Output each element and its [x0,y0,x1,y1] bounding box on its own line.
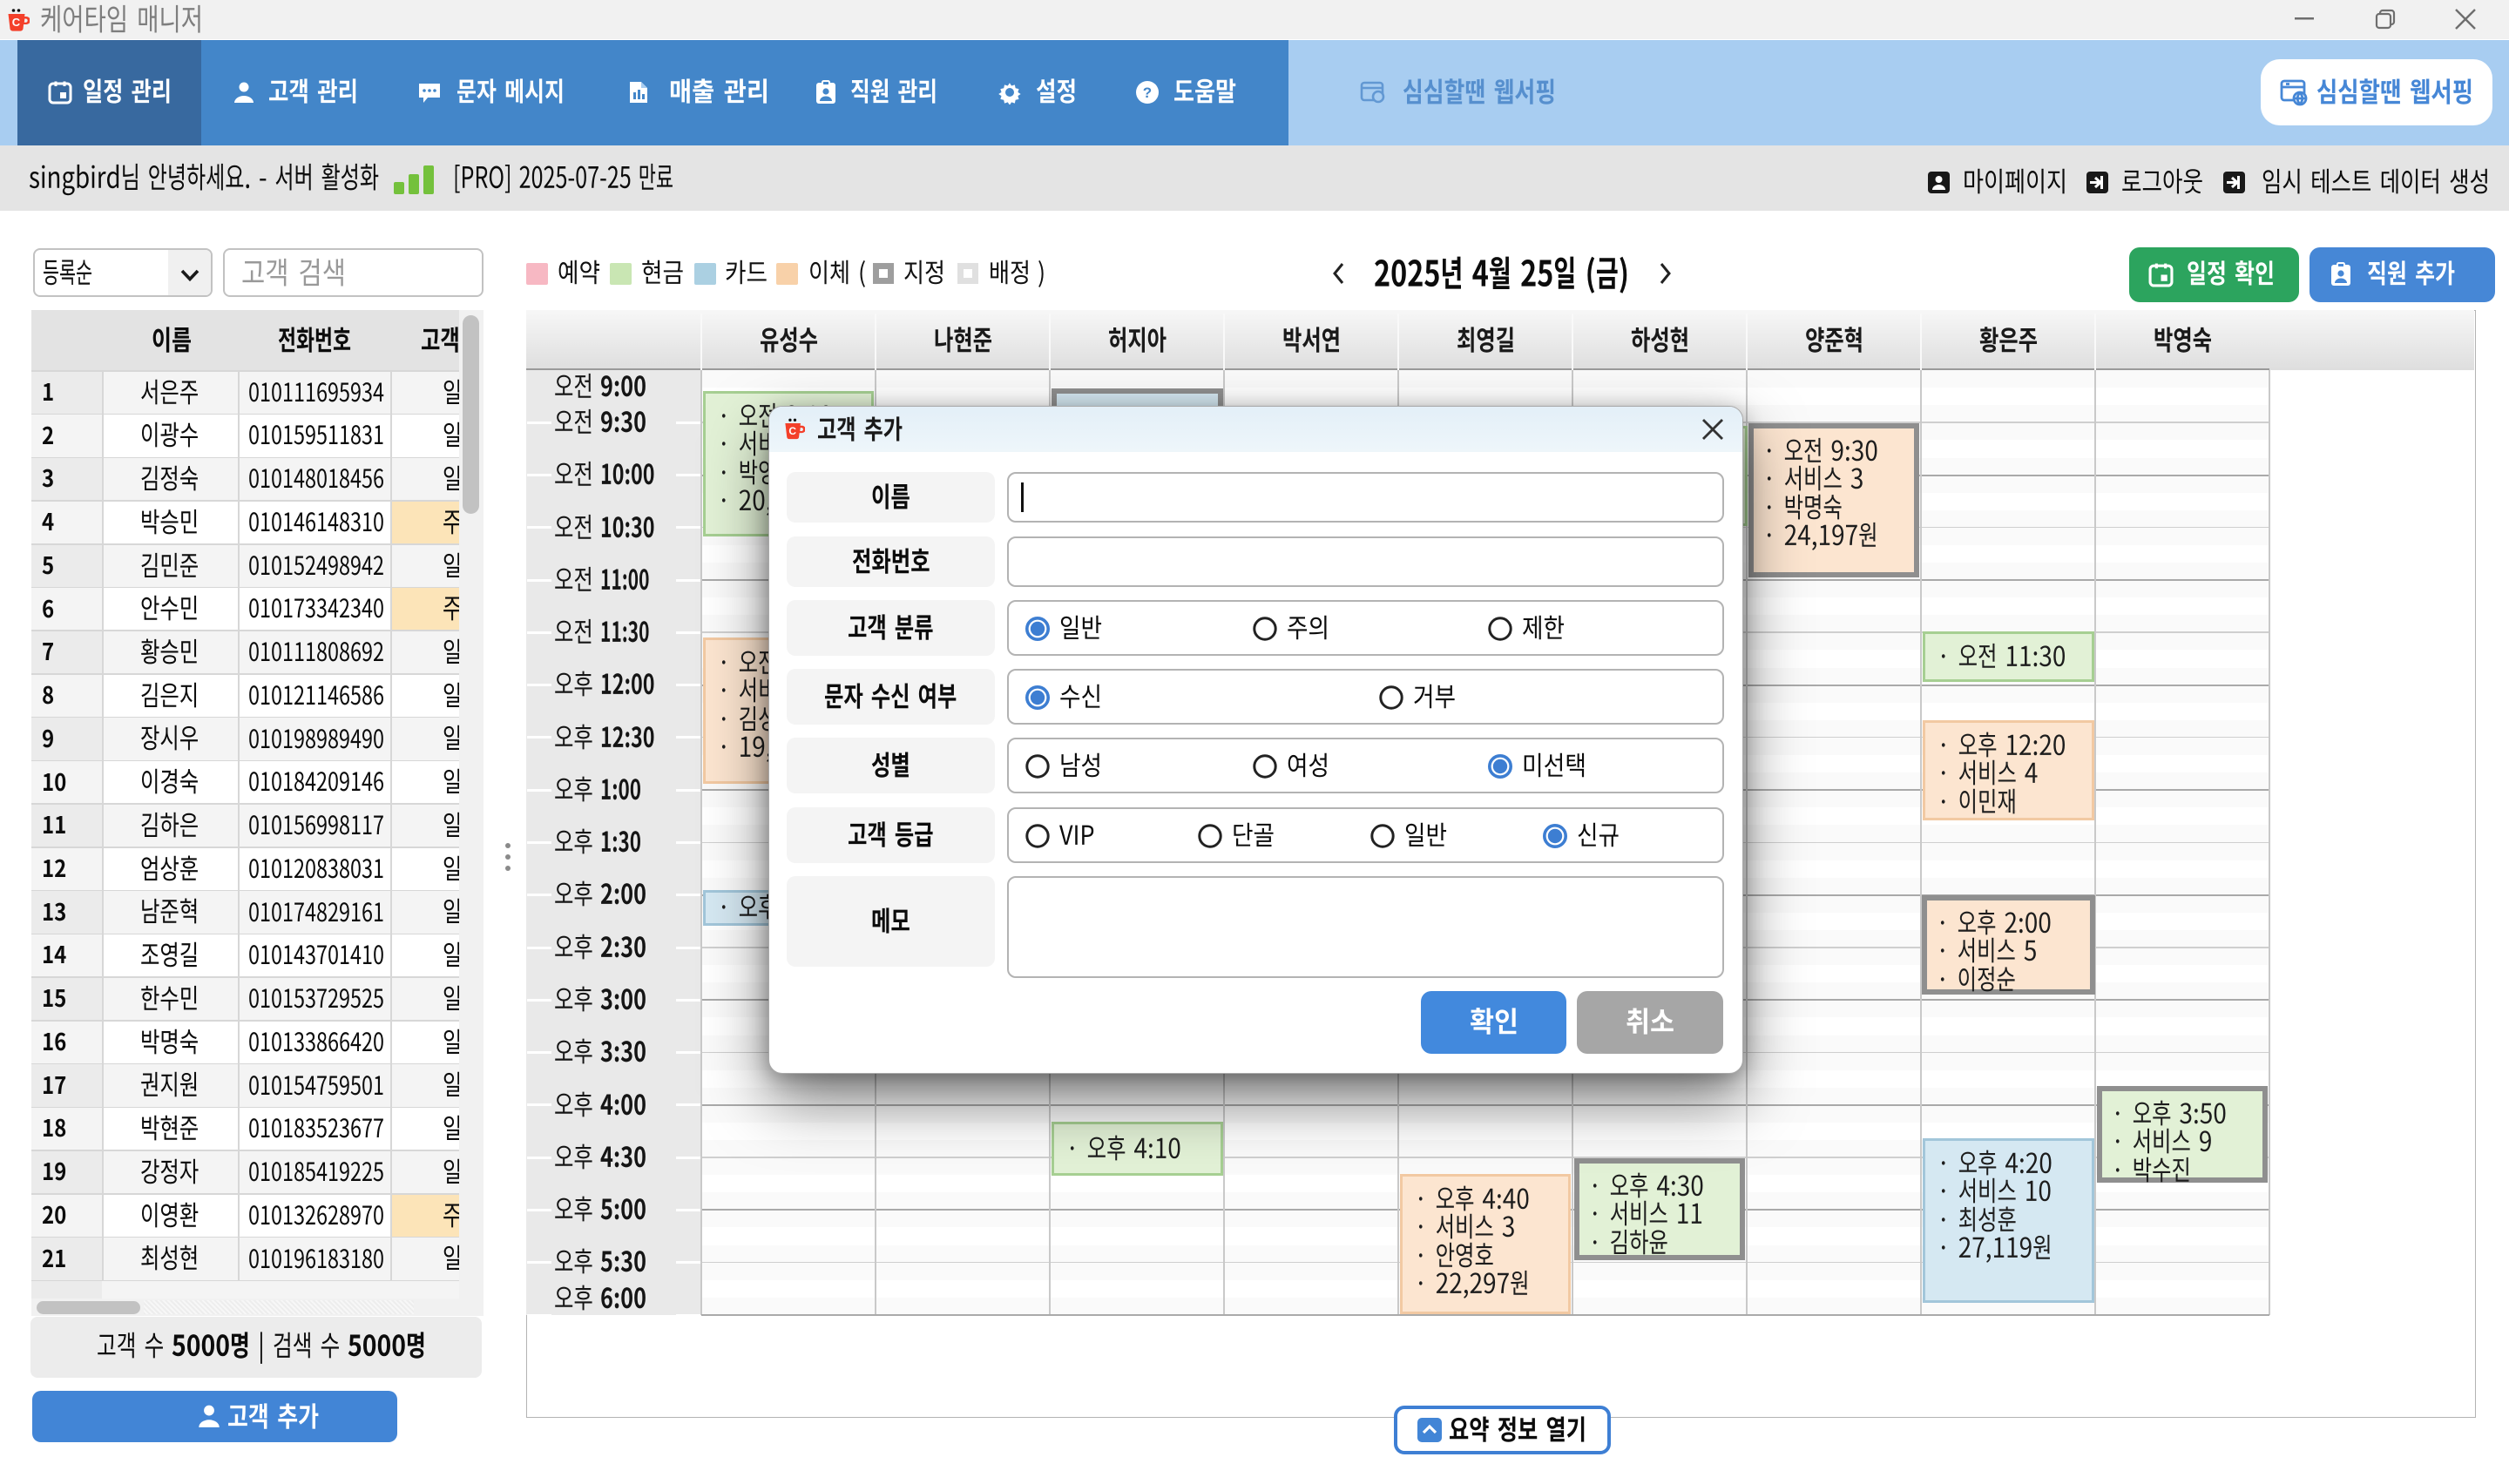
svg-text:C: C [12,16,21,29]
svg-text:C: C [788,425,796,437]
svg-text:?: ? [1143,84,1152,101]
